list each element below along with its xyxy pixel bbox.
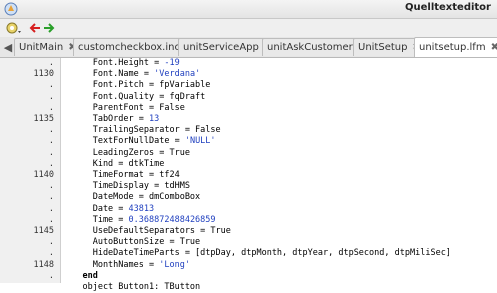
line-number: .	[48, 270, 54, 281]
settings-icon[interactable]	[4, 20, 24, 36]
tab-scroll-left-icon[interactable]: ◀	[2, 38, 14, 56]
code-token: 'Verdana'	[154, 69, 201, 80]
code-token: TrailingSeparator = False	[62, 125, 221, 136]
tab-label: unitAskCustomer	[267, 42, 353, 53]
code-line[interactable]: HideDateTimeParts = [dtpDay, dtpMonth, d…	[62, 248, 451, 259]
code-token: 0.368872488426859	[128, 214, 216, 225]
line-number: .	[48, 192, 54, 203]
code-token: 13	[149, 114, 160, 124]
code-token: UseDefaultSeparators = True	[62, 226, 231, 236]
line-number: .	[48, 147, 54, 158]
code-token: DateMode = dmComboBox	[62, 192, 201, 203]
tab-label: UnitSetup	[358, 42, 408, 53]
code-token: TabOrder =	[62, 114, 149, 124]
code-token: TimeFormat = tf24	[62, 170, 180, 180]
code-token: 'NULL'	[184, 136, 216, 147]
code-token: TextForNullDate =	[62, 136, 185, 147]
code-line[interactable]: Font.Quality = fqDraft	[62, 91, 206, 103]
window-title: Quelltexteditor	[404, 2, 491, 13]
code-token: Font.Name =	[62, 69, 155, 80]
line-number: .	[48, 91, 54, 102]
tab-label: customcheckbox.inc	[78, 42, 180, 53]
line-number: 1145	[33, 226, 54, 236]
line-number: .	[48, 158, 54, 169]
line-number: .	[48, 136, 54, 147]
code-line[interactable]: TrailingSeparator = False	[62, 125, 221, 136]
code-token: Time =	[62, 214, 129, 225]
code-line[interactable]: Kind = dtkTime	[62, 158, 165, 170]
line-number: .	[48, 102, 54, 113]
code-line[interactable]: Font.Name = 'Verdana'	[62, 69, 200, 80]
code-token: Font.Quality = fqDraft	[62, 91, 206, 102]
tab-label: UnitMain	[19, 42, 64, 53]
line-number: .	[48, 237, 54, 248]
code-line[interactable]: Time = 0.368872488426859	[62, 215, 216, 226]
toolbar	[0, 19, 497, 37]
line-number: .	[48, 125, 54, 136]
code-line[interactable]: ParentFont = False	[62, 103, 185, 114]
code-line[interactable]: TimeFormat = tf24	[62, 170, 180, 181]
close-icon[interactable]: ✖	[491, 42, 497, 53]
back-arrow-icon[interactable]	[28, 20, 42, 36]
tab-label: unitsetup.lfm	[419, 42, 486, 53]
code-line[interactable]: TextForNullDate = 'NULL'	[62, 136, 216, 147]
code-line[interactable]: Font.Pitch = fpVariable	[62, 80, 211, 91]
line-number: .	[48, 214, 54, 225]
code-token: 43813	[128, 203, 155, 214]
line-number: .	[48, 203, 54, 214]
code-token: HideDateTimeParts = [dtpDay, dtpMonth, d…	[62, 248, 451, 259]
code-line[interactable]: MonthNames = 'Long'	[62, 260, 190, 271]
code-token: Date =	[62, 203, 129, 214]
code-line[interactable]: TimeDisplay = tdHMS	[62, 181, 190, 192]
tab-strip: ◀ UnitMain✖ customcheckbox.inc ✖ unitServ…	[0, 37, 497, 58]
code-line[interactable]: end	[62, 270, 98, 282]
code-token: end	[82, 270, 98, 281]
code-token: LeadingZeros = True	[62, 147, 190, 158]
code-line[interactable]: object Button1: TButton	[62, 282, 200, 293]
forward-arrow-icon[interactable]	[42, 20, 56, 36]
line-number: .	[48, 181, 54, 192]
line-number: .	[48, 58, 54, 68]
code-line[interactable]: UseDefaultSeparators = True	[62, 226, 231, 237]
code-line[interactable]: AutoButtonSize = True	[62, 237, 200, 248]
code-token: AutoButtonSize = True	[62, 237, 201, 248]
line-number: .	[48, 80, 54, 91]
line-number: 1148	[33, 259, 54, 270]
line-number: 1140	[33, 170, 54, 180]
tab-label: unitServiceApp	[183, 42, 259, 53]
code-line[interactable]: Font.Height = -19	[62, 58, 180, 69]
line-number: .	[48, 248, 54, 259]
code-token: 'Long'	[159, 259, 190, 270]
line-number: 1130	[33, 69, 54, 80]
source-editor[interactable]: . 1130... 1135.... 1140.... 1145.. 1148. Font…	[0, 58, 497, 292]
line-number-gutter: . 1130... 1135.... 1140.... 1145.. 1148.	[0, 58, 61, 283]
tab-unitsetup-lfm[interactable]: unitsetup.lfm ✖	[414, 37, 497, 57]
code-token: -19	[164, 58, 180, 68]
code-token: Kind = dtkTime	[62, 158, 165, 169]
title-bar: Quelltexteditor	[0, 0, 497, 19]
code-token: Font.Pitch = fpVariable	[62, 80, 211, 91]
code-line[interactable]: DateMode = dmComboBox	[62, 192, 200, 203]
code-token: ParentFont = False	[62, 102, 185, 113]
tab-unitmain[interactable]: UnitMain✖	[14, 38, 82, 56]
code-line[interactable]: LeadingZeros = True	[62, 148, 190, 159]
code-token: object Button1: TButton	[62, 282, 201, 292]
code-line[interactable]: TabOrder = 13	[62, 114, 160, 125]
line-number: 1135	[33, 114, 54, 124]
code-token: TimeDisplay = tdHMS	[62, 181, 190, 192]
code-token: Font.Height =	[62, 58, 165, 68]
code-line[interactable]: Date = 43813	[62, 204, 154, 215]
code-token: MonthNames =	[62, 259, 160, 270]
